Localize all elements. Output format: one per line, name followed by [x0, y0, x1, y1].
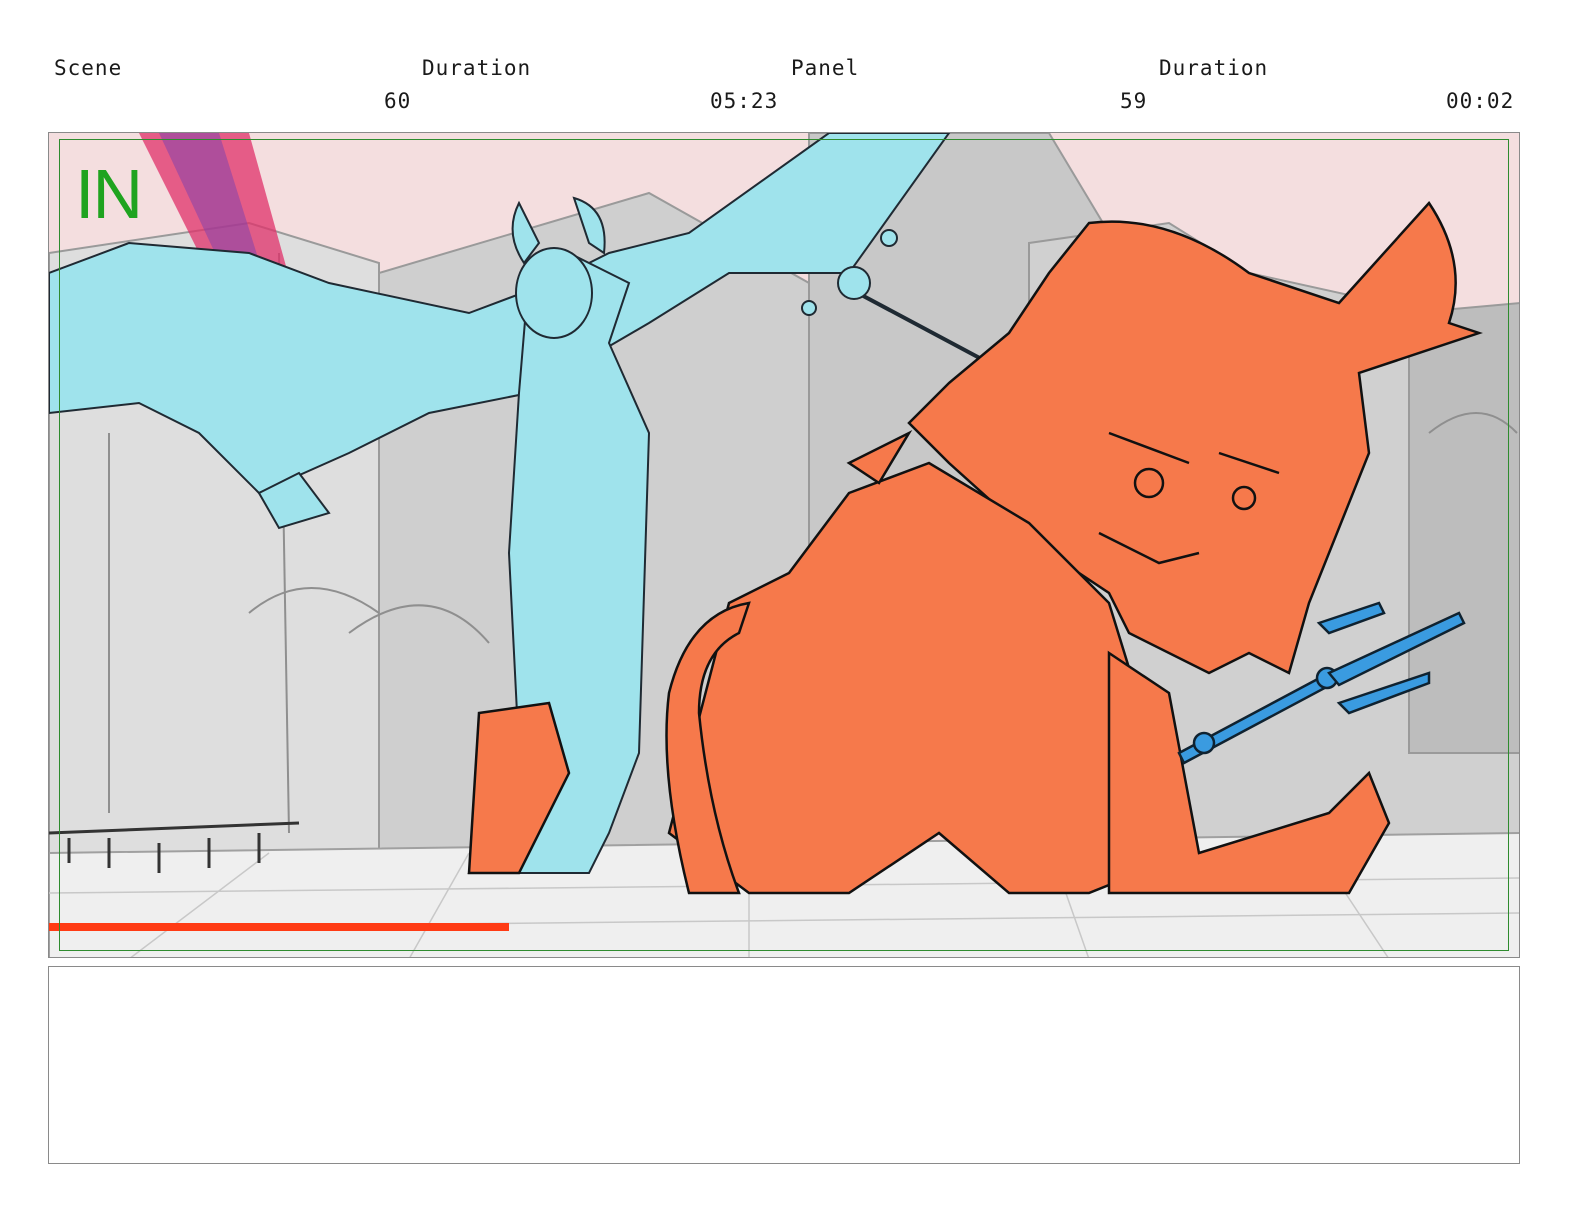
scene-number: 60: [384, 89, 412, 113]
ground-stripe: [49, 923, 509, 931]
in-marker: IN: [75, 155, 143, 233]
scene-label: Scene: [54, 56, 123, 80]
panel-number: 59: [1120, 89, 1148, 113]
panel-duration: 00:02: [1446, 89, 1515, 113]
scene-duration: 05:23: [710, 89, 779, 113]
storyboard-frame: IN: [48, 132, 1520, 958]
notes-box[interactable]: [48, 966, 1520, 1164]
scene-duration-label: Duration: [422, 56, 532, 80]
panel-drawing: [49, 133, 1519, 957]
panel-duration-label: Duration: [1159, 56, 1269, 80]
panel-label: Panel: [791, 56, 860, 80]
